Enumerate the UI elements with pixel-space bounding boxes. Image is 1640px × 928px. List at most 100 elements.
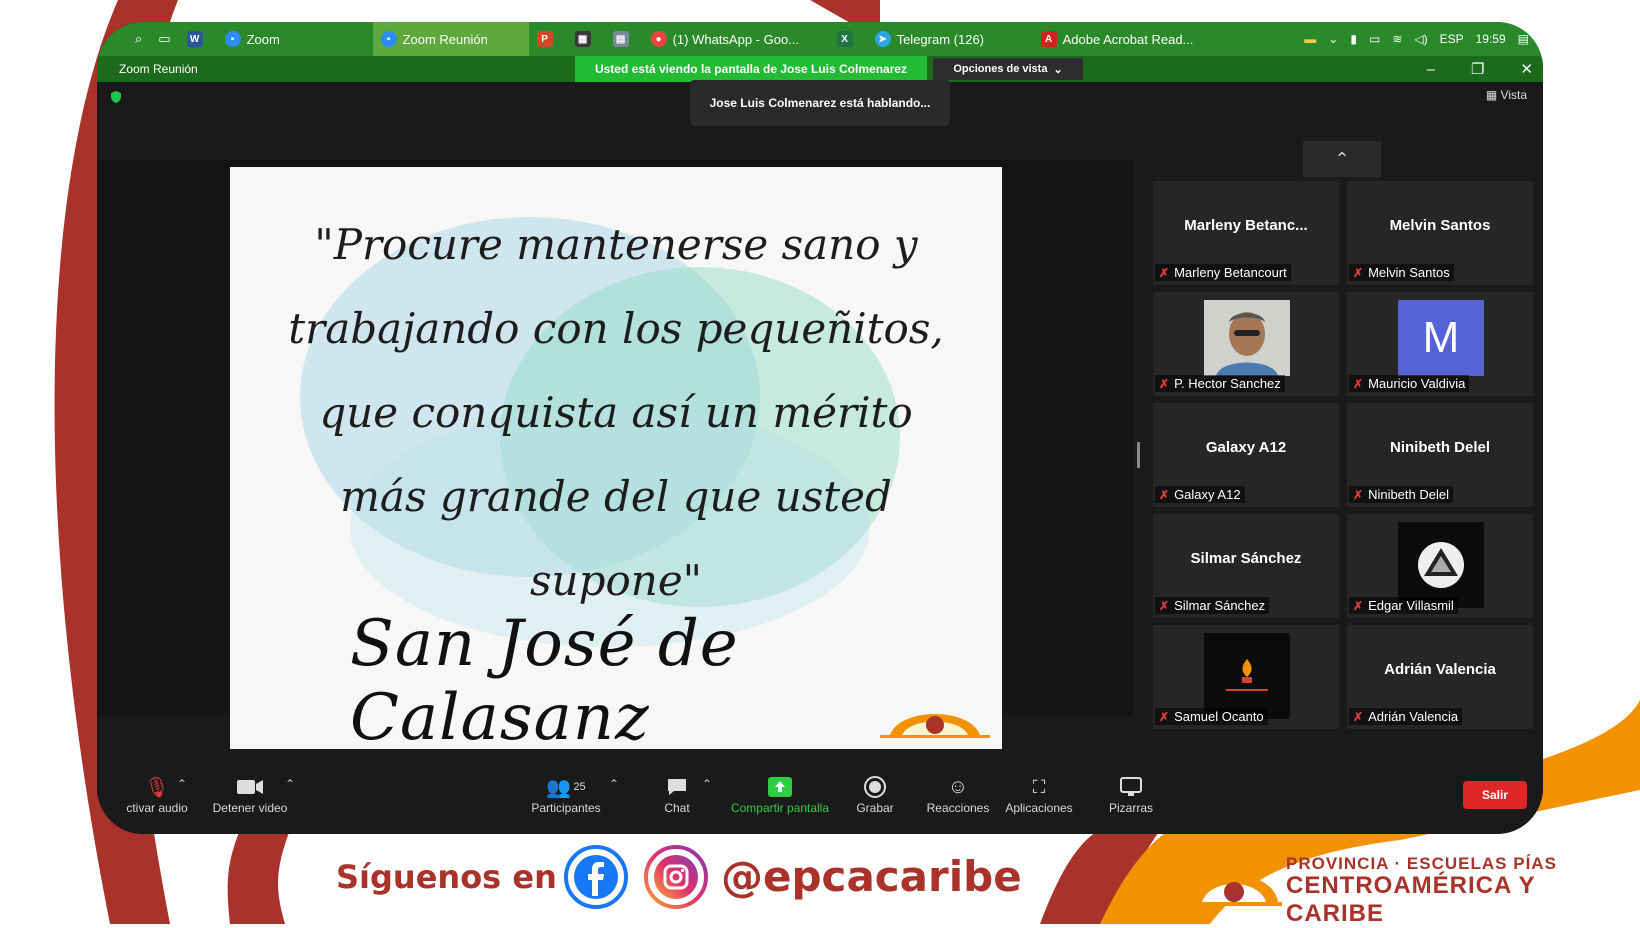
participant-tile[interactable]: Ninibeth Delel ✗ Ninibeth Delel <box>1347 403 1533 507</box>
shared-slide: "Procure mantenerse sano y trabajando co… <box>230 167 1002 749</box>
wifi-icon[interactable]: ≋ <box>1392 32 1402 46</box>
participant-name: Silmar Sánchez <box>1190 550 1302 567</box>
leave-meeting-button[interactable]: Salir <box>1463 781 1527 809</box>
participant-name: Melvin Santos <box>1389 217 1491 234</box>
mic-muted-icon: ✗ <box>1159 598 1170 613</box>
escuelas-pias-logo <box>880 714 990 738</box>
record-button[interactable]: Grabar <box>845 773 905 815</box>
taskbar-item-telegram[interactable]: ➤ Telegram (126) <box>867 22 1033 56</box>
participant-tile[interactable]: Silmar Sánchez ✗ Silmar Sánchez <box>1153 514 1339 618</box>
participants-options-chevron[interactable]: ⌃ <box>609 777 619 791</box>
audio-options-chevron[interactable]: ⌃ <box>177 777 187 791</box>
mic-muted-icon: ✗ <box>1353 709 1364 724</box>
task-view-icon[interactable]: ▭ <box>150 22 178 56</box>
notes-icon[interactable]: ▤ <box>605 22 643 56</box>
participant-name: Ninibeth Delel <box>1389 439 1490 456</box>
quote-line: trabajando con los pequeñitos, <box>288 304 944 353</box>
participant-tile[interactable]: ✗ P. Hector Sanchez <box>1153 292 1339 396</box>
close-icon[interactable]: ✕ <box>1520 60 1533 78</box>
zoom-icon: ▪ <box>380 31 397 47</box>
video-camera-icon <box>205 773 295 801</box>
chevron-down-icon[interactable]: ⌄ <box>1328 32 1338 46</box>
record-icon <box>845 773 905 801</box>
quote-line: más grande del que usted <box>340 472 892 521</box>
participant-tile[interactable]: ✗ Edgar Villasmil <box>1347 514 1533 618</box>
powerpoint-icon[interactable]: P <box>529 22 567 56</box>
notifications-icon[interactable]: ▤ <box>1518 32 1529 46</box>
microphone-icon[interactable]: ▮ <box>1350 32 1357 46</box>
reactions-button[interactable]: ☺ Reacciones <box>923 773 993 816</box>
battery-icon[interactable]: ▭ <box>1369 32 1380 46</box>
zoom-icon: ▪ <box>224 31 241 47</box>
instagram-icon[interactable] <box>643 844 709 910</box>
video-options-chevron[interactable]: ⌃ <box>285 777 295 791</box>
window-controls: – ❐ ✕ <box>1427 56 1533 82</box>
speaking-indicator: Jose Luis Colmenarez está hablando... <box>690 80 950 126</box>
participant-tile[interactable]: Adrián Valencia ✗ Adrián Valencia <box>1347 625 1533 729</box>
meeting-toolbar: 🎙 ctivar audio ⌃ Detener video ⌃ 👥 25 Par… <box>97 757 1543 834</box>
grid-icon: ▦ <box>1485 88 1498 102</box>
restore-icon[interactable]: ❐ <box>1471 60 1484 78</box>
participants-button[interactable]: 👥 25 Participantes <box>521 773 611 816</box>
file-explorer-icon[interactable]: ▬ <box>1304 32 1316 46</box>
participant-label: ✗ Ninibeth Delel <box>1349 486 1453 503</box>
participant-tile[interactable]: Galaxy A12 ✗ Galaxy A12 <box>1153 403 1339 507</box>
participant-avatar-logo <box>1398 522 1484 608</box>
window-title: Zoom Reunión <box>119 62 198 76</box>
province-title: PROVINCIA · ESCUELAS PÍAS <box>1286 854 1557 873</box>
participant-label: ✗ Marleny Betancourt <box>1155 264 1291 281</box>
calculator-icon[interactable]: ▦ <box>567 22 605 56</box>
acrobat-icon: A <box>1040 31 1057 47</box>
participant-label: ✗ Galaxy A12 <box>1155 486 1245 503</box>
apps-button[interactable]: ⛶ Aplicaciones <box>1001 773 1077 816</box>
excel-icon[interactable]: X <box>829 22 867 56</box>
chat-button[interactable]: Chat <box>647 773 707 815</box>
participant-tile[interactable]: ✗ Samuel Ocanto <box>1153 625 1339 729</box>
taskbar-item-acrobat[interactable]: A Adobe Acrobat Read... <box>1033 22 1219 56</box>
taskbar-item-zoom[interactable]: ▪ Zoom <box>217 22 373 56</box>
participant-tile[interactable]: Marleny Betanc... ✗ Marleny Betancourt <box>1153 181 1339 285</box>
participant-label: ✗ Samuel Ocanto <box>1155 708 1268 725</box>
gallery-scroll-up-button[interactable]: ⌃ <box>1303 141 1381 177</box>
split-view-handle[interactable] <box>1137 442 1140 468</box>
participants-icon: 👥 <box>546 776 572 799</box>
taskbar-item-zoom-reunion[interactable]: ▪ Zoom Reunión <box>372 22 529 56</box>
shield-icon[interactable] <box>109 90 123 104</box>
participant-label: ✗ P. Hector Sanchez <box>1155 375 1285 392</box>
whiteboards-button[interactable]: Pizarras <box>1101 773 1161 815</box>
participant-label: ✗ Mauricio Valdivia <box>1349 375 1470 392</box>
clock[interactable]: 19:59 <box>1476 32 1506 46</box>
chevron-down-icon: ⌄ <box>1053 63 1063 76</box>
participant-tile[interactable]: Melvin Santos ✗ Melvin Santos <box>1347 181 1533 285</box>
quote-line: "Procure mantenerse sano y <box>314 220 918 269</box>
participant-label: ✗ Adrián Valencia <box>1349 708 1463 725</box>
mic-muted-icon: ✗ <box>1159 376 1170 391</box>
mic-muted-icon: ✗ <box>1353 598 1364 613</box>
participant-name: Galaxy A12 <box>1205 439 1287 456</box>
view-options-button[interactable]: Opciones de vista ⌄ <box>933 58 1083 80</box>
mic-muted-icon: ✗ <box>1159 265 1170 280</box>
participant-tile[interactable]: M ✗ Mauricio Valdivia <box>1347 292 1533 396</box>
word-icon[interactable]: W <box>179 22 217 56</box>
view-button[interactable]: ▦ Vista <box>1486 88 1527 102</box>
mic-muted-icon: ✗ <box>1353 265 1364 280</box>
apps-icon: ⛶ <box>1032 776 1046 797</box>
video-button[interactable]: Detener video <box>205 773 295 815</box>
quote-line: que conquista así un mérito <box>319 388 913 437</box>
chrome-icon: ● <box>650 31 667 47</box>
zoom-title-bar: Zoom Reunión Usted está viendo la pantal… <box>97 56 1543 82</box>
minimize-icon[interactable]: – <box>1427 61 1435 78</box>
participant-photo <box>1204 300 1290 376</box>
taskbar-search-icon[interactable]: ⌕ <box>127 22 150 56</box>
chat-options-chevron[interactable]: ⌃ <box>702 777 712 791</box>
share-screen-button[interactable]: Compartir pantalla <box>725 773 835 815</box>
share-screen-icon <box>725 773 835 801</box>
taskbar-item-whatsapp[interactable]: ● (1) WhatsApp - Goo... <box>643 22 829 56</box>
language-indicator[interactable]: ESP <box>1440 32 1464 46</box>
whiteboard-icon <box>1101 773 1161 801</box>
slide-quote: "Procure mantenerse sano y trabajando co… <box>230 203 1002 623</box>
chevron-up-icon: ⌃ <box>1334 148 1350 169</box>
windows-taskbar: ⌕ ▭ W ▪ Zoom ▪ Zoom Reunión P ▦ ▤ ● (1) … <box>97 22 1543 56</box>
facebook-icon[interactable] <box>563 844 629 910</box>
speaker-icon[interactable]: ◁) <box>1414 32 1427 46</box>
